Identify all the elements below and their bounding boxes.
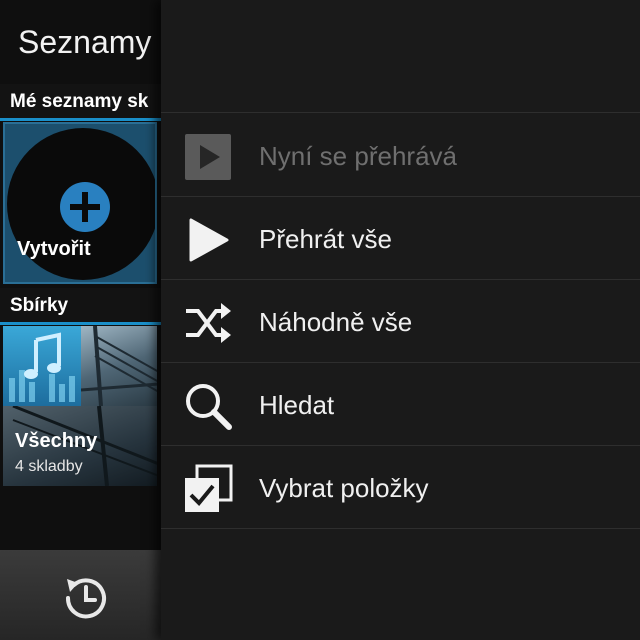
- shuffle-icon: [183, 298, 233, 348]
- action-menu: Nyní se přehrává Přehrát vše Náhodně vše: [161, 0, 640, 640]
- menu-item-search[interactable]: Hledat: [161, 364, 640, 446]
- section-header-label: Sbírky: [10, 295, 69, 316]
- menu-item-label: Náhodně vše: [259, 307, 413, 337]
- menu-item-label: Nyní se přehrává: [259, 141, 457, 171]
- now-playing-icon: [183, 132, 233, 182]
- page-title: Seznamy: [18, 24, 152, 60]
- menu-divider: [161, 445, 640, 446]
- menu-divider: [161, 279, 640, 280]
- menu-item-label: Vybrat položky: [259, 473, 429, 503]
- bottom-action-bar: [0, 550, 170, 640]
- menu-item-now-playing[interactable]: Nyní se přehrává: [161, 115, 640, 197]
- all-songs-title: Všechny: [15, 430, 98, 452]
- create-playlist-tile[interactable]: Vytvořit: [3, 122, 157, 284]
- select-items-icon: [183, 464, 233, 514]
- menu-item-shuffle-all[interactable]: Náhodně vše: [161, 281, 640, 363]
- all-songs-tile[interactable]: Všechny 4 skladby: [3, 326, 157, 486]
- section-header-collections: Sbírky: [0, 288, 170, 325]
- create-playlist-label: Vytvořit: [17, 238, 91, 260]
- section-header-label: Mé seznamy sk: [10, 91, 149, 112]
- menu-item-label: Hledat: [259, 390, 335, 420]
- menu-item-label: Přehrát vše: [259, 224, 392, 254]
- menu-item-play-all[interactable]: Přehrát vše: [161, 198, 640, 280]
- play-icon: [183, 215, 233, 265]
- album-art-bridge: [80, 326, 157, 407]
- menu-divider: [161, 112, 640, 113]
- search-icon: [183, 381, 233, 431]
- section-header-my-playlists: Mé seznamy sk: [0, 84, 170, 121]
- menu-divider: [161, 362, 640, 363]
- menu-item-select-items[interactable]: Vybrat položky: [161, 447, 640, 529]
- menu-divider: [161, 196, 640, 197]
- add-icon: [60, 182, 110, 232]
- all-songs-count: 4 skladby: [15, 458, 83, 475]
- menu-divider: [161, 528, 640, 529]
- history-clock-icon[interactable]: [58, 570, 114, 626]
- album-art-music-note: [3, 326, 81, 406]
